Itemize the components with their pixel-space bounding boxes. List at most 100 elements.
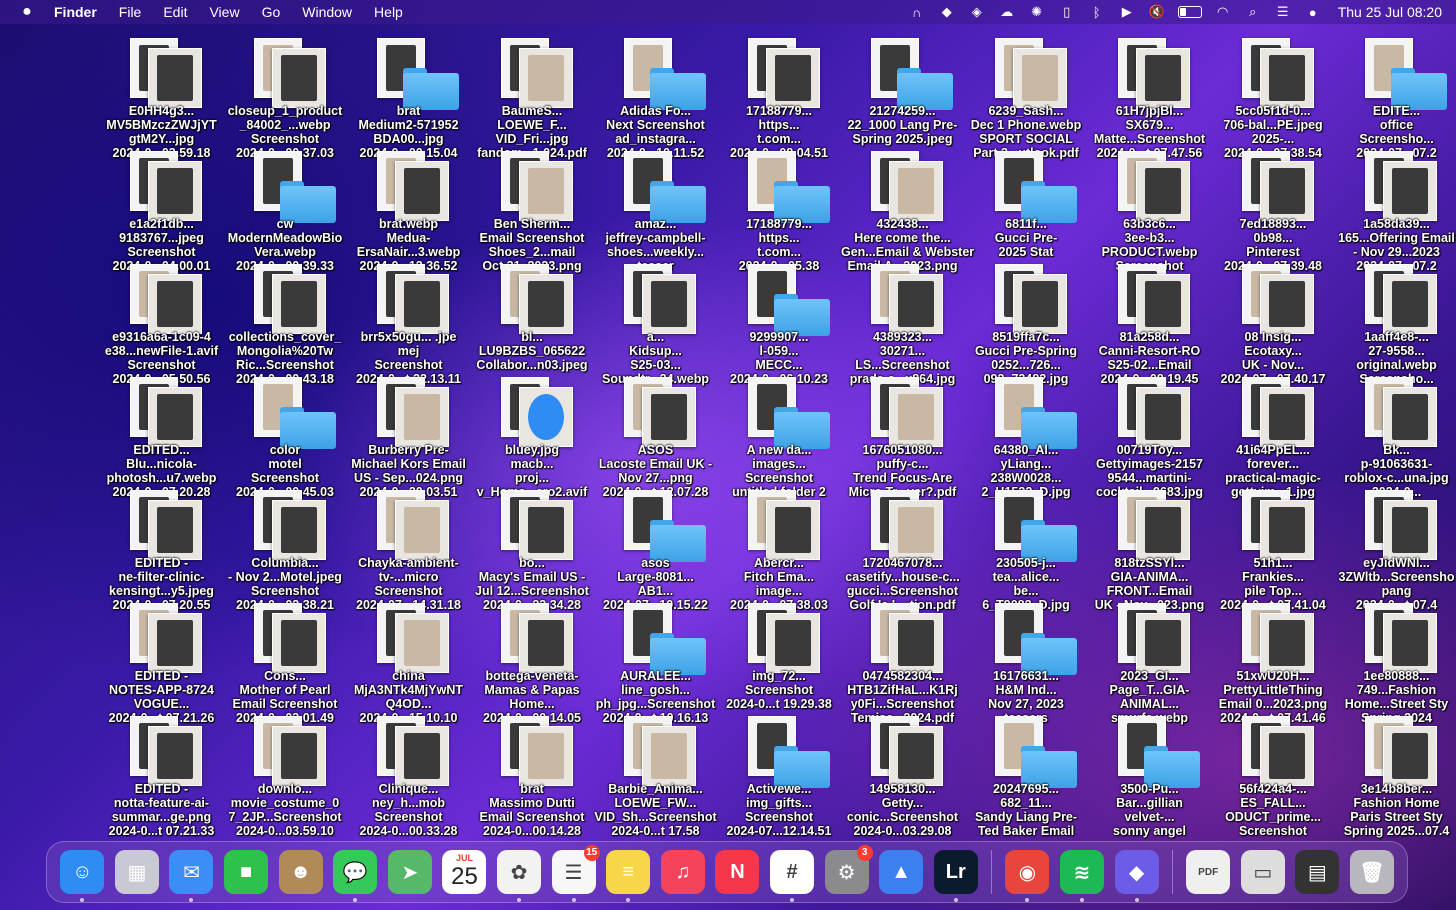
search-icon[interactable]: ⌕ — [1244, 4, 1262, 20]
desktop-item[interactable]: 16176631...H&M Ind...Nov 27, 2023teasers — [965, 599, 1089, 725]
desktop-item[interactable]: 63b3c6...3ee-b3...PRODUCT.webpScreenshot — [1088, 147, 1212, 273]
menu-file[interactable]: File — [119, 4, 142, 20]
desktop-item[interactable]: EDITED - notta-feature-ai-summar...ge.png… — [100, 712, 224, 838]
desktop-item[interactable]: 3500-Pu... Bar...gillian velvet-... sonny a… — [1088, 712, 1212, 838]
desktop-item[interactable]: 432438... Here come the... Gen...Email & W… — [841, 147, 974, 273]
trash-icon[interactable]: 🗑 — [1349, 850, 1394, 894]
bluetooth-icon[interactable]: ᛒ — [1088, 4, 1106, 20]
desktop-item[interactable]: 6811f... Gucci Pre- 2025 Stat — [965, 147, 1089, 260]
desktop-item[interactable]: 41i64PpEL...forever...practical-magic-ge… — [1212, 373, 1336, 499]
news-icon[interactable]: N — [715, 850, 760, 894]
desktop-item[interactable]: EDITED -NOTES-APP-8724VOGUE...2024-0...t… — [100, 599, 224, 725]
menu-window[interactable]: Window — [302, 4, 352, 20]
music-icon[interactable]: ♫ — [660, 850, 705, 894]
clipboard-icon[interactable]: ▯ — [1058, 4, 1076, 20]
desktop-item[interactable]: 17188779...https...t.com...2024-0...05.3… — [718, 147, 842, 273]
desktop-item[interactable]: bo... Macy's Email US - Jul 12...Screensho… — [471, 486, 595, 612]
location-pin-icon[interactable]: ◆ — [938, 4, 956, 20]
desktop-item[interactable]: 6239_Sash... Dec 1 Phone.webp SPORT SOCIAL… — [965, 34, 1089, 160]
desktop-item[interactable]: 7ed18893...0b98...Pinterest2024-0...07.3… — [1212, 147, 1336, 273]
cloud-app-icon[interactable]: ☁ — [998, 4, 1016, 20]
menu-help[interactable]: Help — [374, 4, 403, 20]
desktop-item[interactable]: EDITE...officeScreensho...2024-07...07.2 — [1335, 34, 1456, 160]
desktop-item[interactable]: 14958130... Getty... conic...Screenshot 202… — [841, 712, 965, 838]
desktop-item[interactable]: 20247695... 682_11... Sandy Liang Pre- Ted … — [965, 712, 1089, 838]
headphones-icon[interactable]: ∩ — [908, 4, 926, 20]
desktop-item[interactable]: 64380_Al...yLiang...238W0028...2_H1532_D… — [965, 373, 1089, 499]
desktop-item[interactable]: bottega-veneta-Mamas & PapasHome...2024-… — [471, 599, 595, 725]
desktop-item[interactable]: img_72... Screenshot 2024-0...t 19.29.38 — [718, 599, 842, 712]
desktop-item[interactable]: Burberry Pre- Michael Kors Email US - Sep.… — [347, 373, 471, 499]
desktop-item[interactable]: 17188779...https...t.com...2024-0...08.0… — [718, 34, 842, 160]
pdf-document-icon[interactable]: PDF — [1186, 850, 1231, 894]
control-center-icon[interactable]: ☰ — [1274, 4, 1292, 20]
desktop-item[interactable]: eyJidWNl...3ZWltb...Screenshopang2024-0.… — [1335, 486, 1456, 612]
desktop-item[interactable]: 4389323...30271...LS...Screenshotprada-s… — [841, 260, 965, 386]
desktop-item[interactable]: brat Massimo Dutti Email Screenshot 2024-0.… — [471, 712, 595, 838]
desktop-item[interactable]: Clinique... ney_h...mob Screenshot 2024-0..… — [347, 712, 471, 838]
screenshot-stack-icon[interactable]: ▭ — [1240, 850, 1285, 894]
play-icon[interactable]: ▶ — [1118, 4, 1136, 20]
creative-cloud-icon[interactable]: ✺ — [1028, 4, 1046, 20]
desktop-item[interactable]: downlo... movie_costume_0 7_2JP...Screensh… — [224, 712, 348, 838]
desktop-item[interactable]: e1a2f1db...9183767...jpegScreenshot2024-… — [100, 147, 224, 273]
desktop-item[interactable]: brat.webpMedua-ErsaNair...3.webp2024-0..… — [347, 147, 471, 273]
launchpad-icon[interactable]: ▦ — [114, 850, 159, 894]
desktop-item[interactable]: Barbie_Anima... LOEWE_FW... VID_Sh...Scree… — [594, 712, 718, 838]
desktop-item[interactable]: 81a258d...Canni-Resort-ROS25-02...Email2… — [1088, 260, 1212, 386]
menu-app-finder[interactable]: Finder — [54, 4, 97, 20]
wifi-icon[interactable]: ◠ — [1214, 4, 1232, 20]
desktop-item[interactable]: Activewe... img_gifts... Screenshot 2024-07… — [718, 712, 842, 838]
desktop-item[interactable]: 51xwU20H... PrettyLittleThing Email 0...20… — [1212, 599, 1336, 725]
battery-icon[interactable] — [1177, 6, 1202, 18]
desktop-item[interactable]: e9316a6a-1c09-4 e38...newFile-1.avif Scree… — [100, 260, 224, 386]
slack-icon[interactable]: # — [770, 850, 815, 902]
menu-clock[interactable]: Thu 25 Jul 08:20 — [1338, 4, 1442, 20]
desktop-item[interactable]: Bk...p-91063631-roblox-c...una.jpg2024-0… — [1335, 373, 1456, 499]
desktop-item[interactable]: 818tzSSYl... GIA-ANIMA... FRONT...Email UK … — [1088, 486, 1212, 612]
desktop-item[interactable]: closeup_1_product _84002_...webp Screensho… — [224, 34, 348, 160]
contacts-icon[interactable]: ☻ — [278, 850, 323, 894]
desktop-item[interactable]: 5cc05f1d-0...706-bal...PE.jpeg2025-...20… — [1212, 34, 1336, 160]
desktop-item[interactable]: EDITED - ne-filter-clinic-kensingt...y5.j… — [100, 486, 224, 612]
chrome-icon[interactable]: ◉ — [1005, 850, 1050, 902]
vpn-shield-icon[interactable]: ◈ — [968, 4, 986, 20]
desktop-item[interactable]: 2023_GI...Page_T...GIA-ANIMAL...smurfs.w… — [1088, 599, 1212, 725]
desktop-item[interactable]: amaz... jeffrey-campbell-shoes...weekly..… — [594, 147, 718, 273]
desktop-item[interactable]: E0HH4g3...MV5BMzczZWJjYTgtM2Y...jpg2024-… — [100, 34, 224, 160]
desktop-item[interactable]: asosLarge-8081...AB1...2024-07...10.15.2… — [594, 486, 718, 612]
desktop-item[interactable]: Abercr...Fitch Ema...image...2024-0...07… — [718, 486, 842, 612]
lightroom-icon[interactable]: Lr — [933, 850, 978, 902]
desktop-item[interactable]: 51h1...Frankies...pile Top...2024-0...t … — [1212, 486, 1336, 612]
desktop-item[interactable]: AURALEE... line_gosh... ph_jpg...Screensho… — [594, 599, 718, 725]
downloads-stack-icon[interactable]: ▤ — [1295, 850, 1340, 894]
messages-icon[interactable]: 💬 — [333, 850, 378, 902]
desktop-item[interactable]: 230505-j...tea...alice...be...6_T9082_D.… — [965, 486, 1089, 612]
desktop-item[interactable]: 61H7jpjBl...SX679...Matte...Screenshot20… — [1088, 34, 1212, 160]
desktop-item[interactable]: 1ee80888... 749...Fashion Home...Street St… — [1335, 599, 1456, 725]
notes-icon[interactable]: ≡ — [606, 850, 651, 902]
desktop-item[interactable]: bl... LU9BZBS_065622 Collabor...n03.jpeg — [471, 260, 595, 373]
desktop-item[interactable]: chinaMjA3NTk4MjYwNTQ4OD...2024-0...15.10… — [347, 599, 471, 725]
finder-icon[interactable]: ☺ — [60, 850, 105, 902]
desktop-item[interactable]: bluey.jpgmacb...proj...v_Home...ero2.avi… — [471, 373, 595, 499]
photos-icon[interactable]: ✿ — [497, 850, 542, 902]
maps-icon[interactable]: ➤ — [387, 850, 432, 894]
desktop-item[interactable]: BaumeS...LOEWE_F...VID_Fri...jpgfandom..… — [471, 34, 595, 160]
desktop-item[interactable]: colormotelScreenshot2024-0...00.45.03 — [224, 373, 348, 499]
calendar-icon[interactable]: JUL 25 — [442, 850, 487, 894]
desktop-item[interactable]: EDITED...Blu...nicola-photosh...u7.webp2… — [100, 373, 224, 499]
desktop-item[interactable]: A new da...images...Screenshotuntitled f… — [718, 373, 842, 499]
desktop-item[interactable]: 9299907...l-059...MECC...2024-0...06.10.… — [718, 260, 842, 386]
desktop-item[interactable]: bratMedium2-571952BDA00...jpg2024-0...00… — [347, 34, 471, 160]
desktop-item[interactable]: 1720467078... casetify...house-c... gucci.… — [841, 486, 965, 612]
desktop-item[interactable]: Ben Sherm... Email Screenshot Shoes_2...ma… — [471, 147, 595, 273]
gear-icon[interactable]: ⚙ 3 — [824, 845, 873, 894]
menu-view[interactable]: View — [209, 4, 239, 20]
menu-go[interactable]: Go — [262, 4, 281, 20]
menu-edit[interactable]: Edit — [163, 4, 187, 20]
spotify-icon[interactable]: ≋ — [1059, 850, 1104, 902]
desktop-item[interactable]: 1676051080... puffy-c... Trend Focus-Are Mi… — [841, 373, 965, 499]
muted-speaker-icon[interactable]: 🔇 — [1148, 4, 1166, 20]
mail-icon[interactable]: ✉ — [169, 850, 214, 902]
